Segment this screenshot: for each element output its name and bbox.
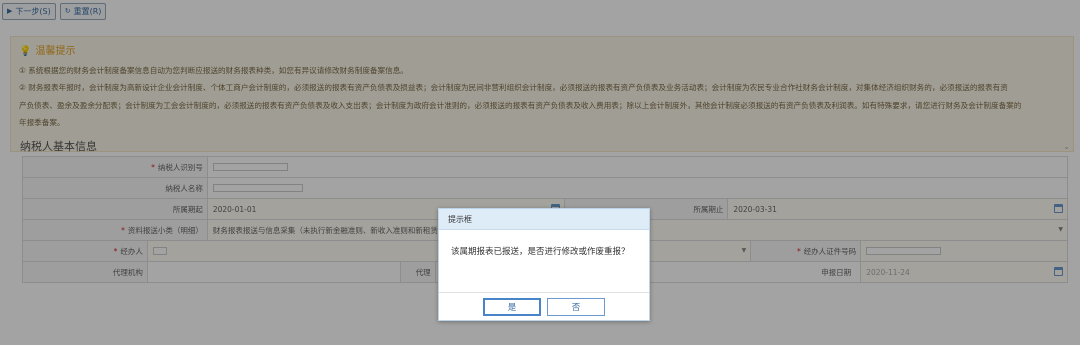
confirm-dialog: 提示框 该属期报表已报送，是否进行修改或作废重报？ 是 否 xyxy=(438,208,650,321)
no-button[interactable]: 否 xyxy=(547,297,605,316)
dialog-footer: 是 否 xyxy=(439,292,649,320)
dialog-message: 该属期报表已报送，是否进行修改或作废重报？ xyxy=(451,247,630,257)
yes-button[interactable]: 是 xyxy=(483,297,541,316)
dialog-title: 提示框 xyxy=(439,209,649,230)
